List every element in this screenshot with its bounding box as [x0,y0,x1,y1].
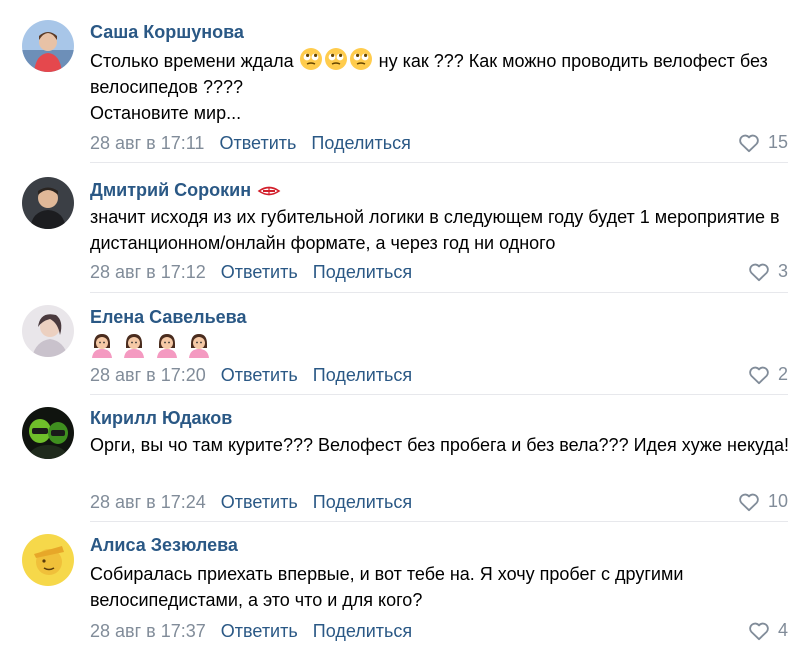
comment-meta: 28 авг в 17:37 Ответить Поделиться [90,621,412,642]
avatar[interactable] [22,534,74,586]
comment-item: Дмитрий Сорокин значит исходя из их губи… [0,165,800,293]
heart-icon [739,493,759,511]
share-button[interactable]: Поделиться [313,365,412,385]
comment-text-line: Остановите мир... [90,103,242,123]
share-button[interactable]: Поделиться [311,133,410,153]
comment-item: Кирилл Юдаков Орги, вы чо там курите??? … [0,397,800,522]
avatar[interactable] [22,407,74,459]
comment-meta: 28 авг в 17:20 Ответить Поделиться [90,365,412,386]
woman-shrugging-emoji-icon [92,334,112,358]
spartak-badge-icon [257,186,281,196]
comment-date[interactable]: 28 авг в 17:12 [90,262,206,282]
like-button[interactable]: 4 [748,620,788,641]
reply-button[interactable]: Ответить [221,262,298,282]
comment-meta: 28 авг в 17:11 Ответить Поделиться [90,133,411,154]
avatar-photo-icon [22,177,74,229]
comment-text: Столько времени ждала ну как ??? Как мож… [90,47,790,126]
comment-author[interactable]: Саша Коршунова [90,22,244,43]
comment-author-name[interactable]: Дмитрий Сорокин [90,180,251,200]
like-button[interactable]: 2 [748,364,788,385]
comment-date[interactable]: 28 авг в 17:37 [90,621,206,641]
comment-meta: 28 авг в 17:12 Ответить Поделиться [90,262,412,283]
avatar[interactable] [22,305,74,357]
like-count: 3 [777,261,788,281]
comment-text: значит исходя из их губительной логики в… [90,207,780,253]
comment-date[interactable]: 28 авг в 17:11 [90,133,204,153]
reply-button[interactable]: Ответить [221,621,298,641]
comment-author[interactable]: Кирилл Юдаков [90,408,232,429]
comment-author[interactable]: Алиса Зезюлева [90,535,238,556]
like-count: 4 [777,620,788,640]
reply-button[interactable]: Ответить [221,365,298,385]
emoji-row [90,332,215,363]
like-button[interactable]: 15 [738,132,788,153]
like-count: 2 [777,364,788,384]
like-button[interactable]: 10 [738,491,788,512]
share-button[interactable]: Поделиться [313,262,412,282]
comment-author[interactable]: Елена Савельева [90,307,247,328]
heart-icon [749,263,769,281]
divider [90,521,788,522]
avatar-photo-icon [22,305,74,357]
rolling-eyes-emoji-icon [349,48,372,70]
share-button[interactable]: Поделиться [313,621,412,641]
comment-text: Собиралась приехать впервые, и вот тебе … [90,564,684,610]
divider [90,292,788,293]
comment-date[interactable]: 28 авг в 17:20 [90,365,206,385]
avatar-photo-icon [22,407,74,459]
divider [90,394,788,395]
avatar-photo-icon [22,20,74,72]
rolling-eyes-emoji-icon [299,48,322,70]
avatar-photo-icon [22,534,74,586]
like-count: 10 [767,491,788,511]
avatar[interactable] [22,177,74,229]
comment-meta: 28 авг в 17:24 Ответить Поделиться [90,492,412,513]
share-button[interactable]: Поделиться [313,492,412,512]
avatar[interactable] [22,20,74,72]
comment-item: Саша Коршунова Столько времени ждала ну … [0,0,800,163]
woman-shrugging-emoji-icon [156,334,177,358]
reply-button[interactable]: Ответить [221,492,298,512]
comment-date[interactable]: 28 авг в 17:24 [90,492,206,512]
divider [90,162,788,163]
rolling-eyes-emoji-icon [324,48,347,70]
like-button[interactable]: 3 [748,261,788,282]
woman-shrugging-emoji-icon [189,334,210,358]
heart-icon [749,366,769,384]
heart-icon [749,622,769,640]
heart-icon [739,134,759,152]
like-count: 15 [767,132,788,152]
woman-shrugging-emoji-icon [124,334,145,358]
comment-text-part: Столько времени ждала [90,51,299,71]
comment-author: Дмитрий Сорокин [90,180,281,201]
comment-text: Орги, вы чо там курите??? Велофест без п… [90,435,789,455]
reply-button[interactable]: Ответить [219,133,296,153]
comment-item: Алиса Зезюлева Собиралась приехать вперв… [0,524,800,645]
comment-item: Елена Савельева 28 авг в 17:20 Ответить … [0,295,800,395]
